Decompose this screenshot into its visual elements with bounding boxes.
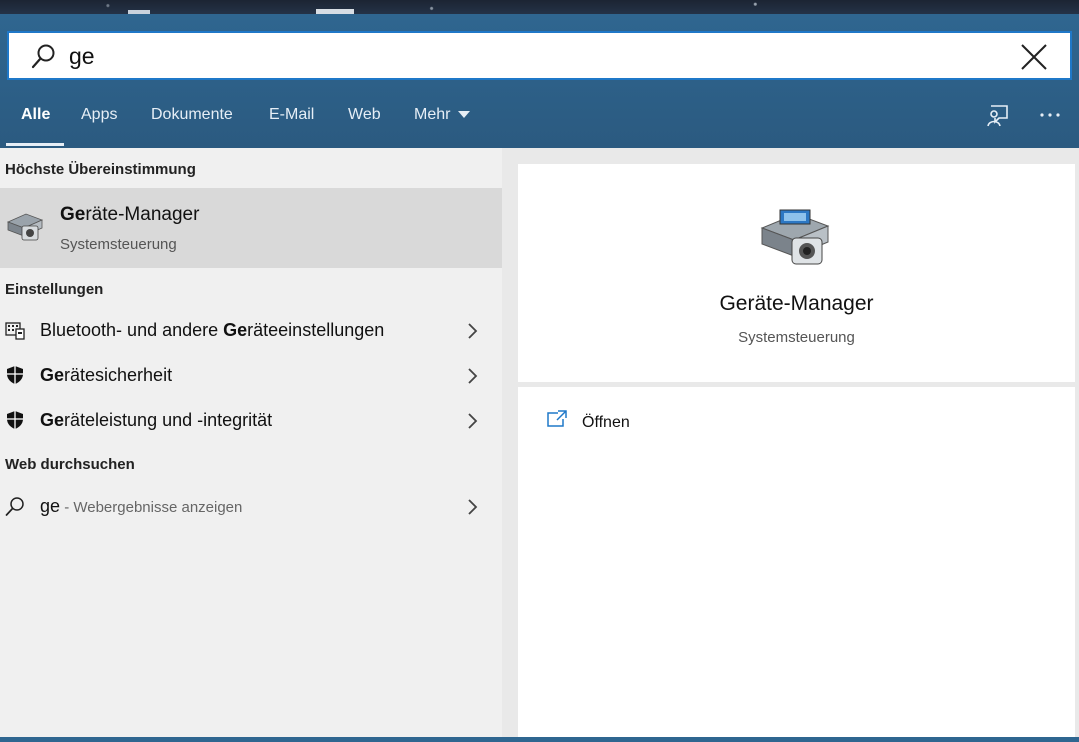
preview-subtitle: Systemsteuerung [738,329,855,346]
search-box[interactable] [7,31,1072,80]
tab-apps[interactable]: Apps [81,106,117,124]
device-manager-icon [760,209,830,265]
label-after: räteeinstellungen [247,320,385,340]
search-scope-tabs: Alle Apps Dokumente E-Mail Web Mehr [0,96,1079,148]
open-action-label: Öffnen [582,414,630,431]
web-search-label: ge - Webergebnisse anzeigen [40,496,242,517]
label-bold: Ge [223,320,248,340]
chevron-right-icon [468,413,478,429]
best-match-heading: Höchste Übereinstimmung [5,161,196,178]
tab-mehr[interactable]: Mehr [414,106,471,124]
web-search-item[interactable]: ge - Webergebnisse anzeigen [0,485,502,529]
label-after: rätesicherheit [64,365,173,385]
shield-icon [7,366,23,384]
tab-alle[interactable]: Alle [21,106,50,124]
active-tab-indicator [6,143,64,146]
bottom-edge [0,737,1079,742]
best-match-subtitle: Systemsteuerung [60,236,177,253]
label-after: räteleistung und -integrität [64,410,273,430]
chevron-right-icon [468,323,478,339]
chevron-down-icon [458,111,471,119]
web-query: ge [40,496,61,516]
label-bold: Ge [40,410,65,430]
web-search-heading: Web durchsuchen [5,456,135,473]
tab-web[interactable]: Web [348,106,381,124]
tab-dokumente[interactable]: Dokumente [151,106,233,124]
title-match-bold: Ge [60,204,86,225]
results-list: Höchste Übereinstimmung Geräte-Manager S… [0,148,502,742]
settings-item-performance[interactable]: Geräteleistung und -integrität [0,399,502,443]
close-icon[interactable] [1020,43,1048,71]
shield-icon [7,411,23,429]
search-icon [5,497,24,516]
settings-item-label: Geräteleistung und -integrität [40,410,272,431]
pane-divider [502,148,518,742]
keyboard-settings-icon [5,322,25,340]
settings-item-bluetooth[interactable]: Bluetooth- und andere Geräteeinstellunge… [0,309,502,353]
device-manager-icon [6,213,44,241]
tab-email[interactable]: E-Mail [269,106,314,124]
search-header: Alle Apps Dokumente E-Mail Web Mehr [0,14,1079,148]
more-options-icon[interactable] [1037,102,1063,128]
feedback-icon[interactable] [985,102,1011,128]
label-bold: Ge [40,365,65,385]
settings-item-label: Gerätesicherheit [40,365,172,386]
label-before: Bluetooth- und andere [40,320,224,340]
web-suffix: - Webergebnisse anzeigen [60,499,243,516]
preview-card: Geräte-Manager Systemsteuerung [518,164,1075,382]
search-icon [31,44,55,69]
title-rest: räte-Manager [85,204,200,225]
open-external-icon [547,410,567,427]
tab-mehr-label: Mehr [414,106,451,123]
settings-heading: Einstellungen [5,281,104,298]
preview-actions: Öffnen [518,387,1075,742]
chevron-right-icon [468,499,478,515]
desktop-background-strip [0,0,1079,14]
search-input[interactable] [69,41,969,71]
chevron-right-icon [468,368,478,384]
best-match-title: Geräte-Manager [60,204,199,226]
open-action[interactable]: Öffnen [546,405,746,435]
settings-item-security[interactable]: Gerätesicherheit [0,354,502,398]
preview-title: Geräte-Manager [719,292,874,315]
best-match-item[interactable]: Geräte-Manager Systemsteuerung [0,188,502,268]
preview-pane: Geräte-Manager Systemsteuerung Öffnen [518,148,1079,742]
settings-item-label: Bluetooth- und andere Geräteeinstellunge… [40,320,384,341]
